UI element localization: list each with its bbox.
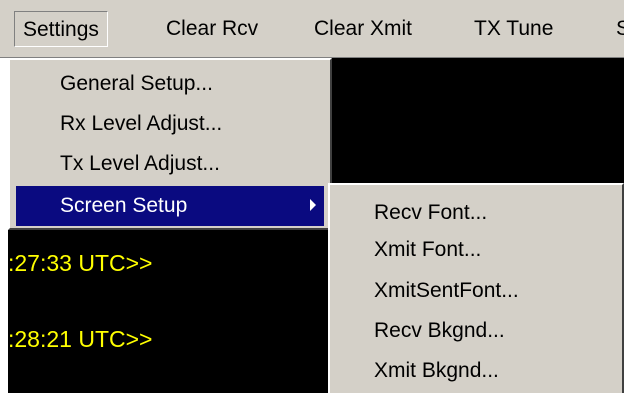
menu-item-screen-setup[interactable]: Screen Setup [16,186,324,226]
terminal-line: :28:21 UTC>> [8,326,153,352]
submenu-item-xmit-font[interactable]: Xmit Font... [374,232,481,268]
screen-setup-submenu: Recv Font... Xmit Font... XmitSentFont..… [328,183,624,393]
submenu-arrow-icon [310,199,316,211]
menu-clear-rcv[interactable]: Clear Rcv [158,11,266,47]
menu-item-general-setup[interactable]: General Setup... [16,64,324,104]
menu-item-label: Rx Level Adjust... [60,112,223,135]
menu-item-label: Tx Level Adjust... [60,152,220,175]
window-edge [0,58,8,393]
submenu-item-xmit-sent-font[interactable]: XmitSentFont... [374,273,519,309]
terminal-line: :27:33 UTC>> [8,250,153,276]
menu-settings[interactable]: Settings [14,11,108,47]
menu-truncated-item[interactable]: S [608,11,624,47]
menu-bar: Settings Clear Rcv Clear Xmit TX Tune S [0,0,624,58]
menu-item-label: Screen Setup [60,194,188,217]
menu-tx-tune[interactable]: TX Tune [466,11,561,47]
menu-item-tx-level-adjust[interactable]: Tx Level Adjust... [16,144,324,184]
submenu-item-xmit-bkgnd[interactable]: Xmit Bkgnd... [374,353,499,389]
submenu-item-recv-bkgnd[interactable]: Recv Bkgnd... [374,313,505,349]
settings-dropdown-menu: General Setup... Rx Level Adjust... Tx L… [8,58,332,230]
submenu-item-recv-font[interactable]: Recv Font... [374,195,487,231]
menu-item-rx-level-adjust[interactable]: Rx Level Adjust... [16,104,324,144]
menu-item-label: General Setup... [60,72,213,95]
menu-clear-xmit[interactable]: Clear Xmit [306,11,420,47]
